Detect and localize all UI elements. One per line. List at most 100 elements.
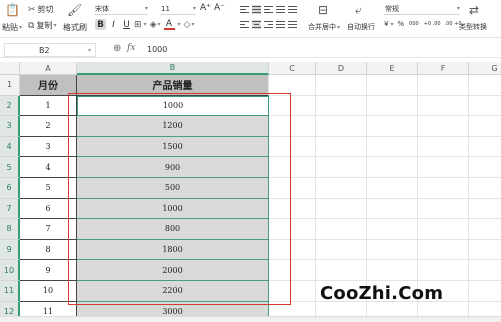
font-name-select[interactable]: 宋体 ▾ [94,3,148,15]
column-header-b[interactable]: B [77,62,269,75]
cell-b8[interactable]: 800 [77,219,269,240]
cell-g2[interactable] [469,95,501,117]
border-icon[interactable]: ⊞ [134,20,142,30]
increase-decimal-button[interactable]: +0 .00 [424,21,441,27]
cell-d3[interactable] [316,116,367,137]
align-left-icon[interactable] [240,20,249,29]
cell-b3[interactable]: 1200 [77,116,269,137]
cell-c5[interactable] [269,157,316,178]
number-format-select[interactable]: 常规 ▾ [384,3,460,15]
cell-a7[interactable]: 6 [20,198,77,220]
cell-f9[interactable] [418,239,469,261]
cell-f5[interactable] [418,157,469,178]
cell-c9[interactable] [269,239,316,261]
copy-button[interactable]: ⧉ 复制 ▾ [28,20,56,31]
cell-d7[interactable] [316,198,367,220]
align-middle-icon[interactable] [252,5,261,14]
cell-c2[interactable] [269,95,316,117]
cell-b9[interactable]: 1800 [77,239,269,261]
cell-a5[interactable]: 4 [20,157,77,178]
cell-g6[interactable] [469,178,501,199]
cell-a6[interactable]: 5 [20,178,77,199]
cell-c11[interactable] [269,281,316,302]
cell-b6[interactable]: 500 [77,178,269,199]
fx-icon[interactable]: fx [127,43,135,53]
align-right-icon[interactable] [264,20,273,29]
column-header-d[interactable]: D [316,62,367,75]
cell-e4[interactable] [367,136,418,158]
cell-g4[interactable] [469,136,501,158]
cell-d10[interactable] [316,260,367,281]
align-distributed-icon[interactable] [288,5,297,14]
cell-e6[interactable] [367,178,418,199]
cell-f4[interactable] [418,136,469,158]
cell-e8[interactable] [367,219,418,240]
cell-f6[interactable] [418,178,469,199]
format-painter-button[interactable]: 🖌 [67,3,82,17]
row-header-2[interactable]: 2 [0,95,20,117]
cell-e3[interactable] [367,116,418,137]
cell-e5[interactable] [367,157,418,178]
currency-button[interactable]: ¥ [384,20,388,28]
format-painter-label-button[interactable]: 格式刷 [63,22,87,33]
cell-b11[interactable]: 2200 [77,281,269,302]
type-convert-button[interactable]: 类型转换 [459,22,487,32]
align-justify-icon[interactable] [276,5,285,14]
grow-font-button[interactable]: A⁺ [200,3,211,13]
cell-f2[interactable] [418,95,469,117]
cell-e7[interactable] [367,198,418,220]
cell-d9[interactable] [316,239,367,261]
cell-b2[interactable]: 1000 [77,95,269,117]
column-header-e[interactable]: E [367,62,418,75]
italic-button[interactable]: I [108,19,119,30]
row-header-3[interactable]: 3 [0,116,20,137]
formula-input[interactable]: 1000 [147,45,167,54]
distributed-icon[interactable] [288,20,297,29]
cell-g11[interactable] [469,281,501,302]
row-header-6[interactable]: 6 [0,178,20,199]
row-header-1[interactable]: 1 [0,75,20,96]
cell-g10[interactable] [469,260,501,281]
cell-f1[interactable] [418,75,469,96]
cell-g7[interactable] [469,198,501,220]
cell-c10[interactable] [269,260,316,281]
cell-d6[interactable] [316,178,367,199]
font-size-select[interactable]: 11 ▾ [160,3,196,15]
thousands-button[interactable]: 000 [409,21,419,27]
merge-center-icon-button[interactable]: ⊟ [318,3,328,17]
cell-a2[interactable]: 1 [20,95,77,117]
row-header-10[interactable]: 10 [0,260,20,281]
cell-g5[interactable] [469,157,501,178]
fill-color-icon[interactable]: ◈ [150,20,157,30]
type-convert-icon-button[interactable]: ⇄ [469,3,479,17]
column-header-a[interactable]: A [20,62,77,75]
cell-b1[interactable]: 产品销量 [77,75,269,96]
cell-b4[interactable]: 1500 [77,136,269,158]
font-color-button[interactable]: A [163,19,175,30]
cell-f7[interactable] [418,198,469,220]
name-box[interactable]: B2 ▾ [4,43,96,57]
cell-d1[interactable] [316,75,367,96]
cell-g3[interactable] [469,116,501,137]
cell-d5[interactable] [316,157,367,178]
cell-c4[interactable] [269,136,316,158]
column-header-g[interactable]: G [469,62,501,75]
underline-button[interactable]: U [121,19,132,30]
cell-b10[interactable]: 2000 [77,260,269,281]
wrap-text-icon-button[interactable]: ⤶ [355,3,362,18]
cell-a3[interactable]: 2 [20,116,77,137]
cut-button[interactable]: ✂ 剪切 [28,4,54,15]
justify-icon[interactable] [276,20,285,29]
cell-f10[interactable] [418,260,469,281]
row-header-9[interactable]: 9 [0,239,20,261]
row-header-5[interactable]: 5 [0,157,20,178]
zoom-icon[interactable]: ⊕ [113,43,121,54]
cell-d8[interactable] [316,219,367,240]
cell-a11[interactable]: 10 [20,281,77,302]
align-top-icon[interactable] [240,5,249,14]
cell-e10[interactable] [367,260,418,281]
cell-a10[interactable]: 9 [20,260,77,281]
cell-b7[interactable]: 1000 [77,198,269,220]
cell-a4[interactable]: 3 [20,136,77,158]
cell-b5[interactable]: 900 [77,157,269,178]
